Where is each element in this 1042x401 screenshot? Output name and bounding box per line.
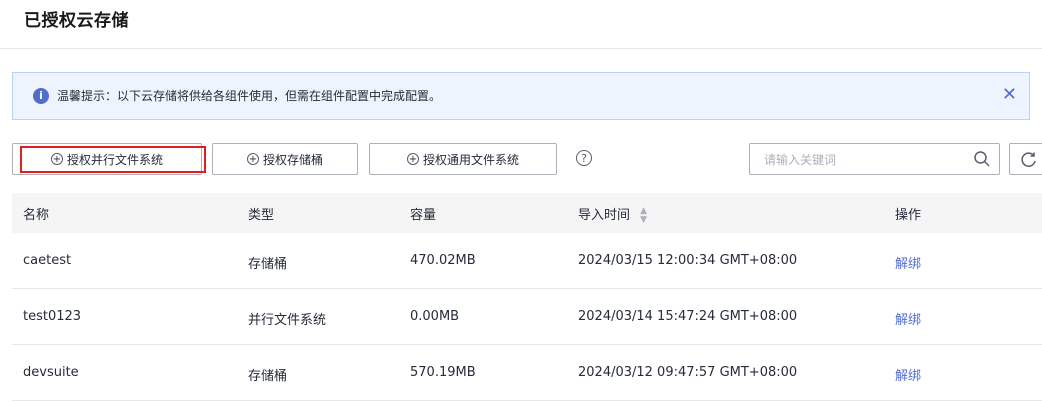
notice-banner: i 温馨提示：以下云存储将供给各组件使用，但需在组件配置中完成配置。 ✕: [12, 72, 1030, 120]
row-import-time: 2024/03/12 09:47:57 GMT+08:00: [578, 365, 798, 380]
row-import-time: 2024/03/14 15:47:24 GMT+08:00: [578, 309, 798, 324]
page-title: 已授权云存储: [24, 11, 129, 31]
column-header-type: 类型: [248, 208, 275, 223]
search-icon[interactable]: [973, 150, 991, 168]
info-icon: i: [33, 88, 49, 104]
column-header-action: 操作: [895, 208, 922, 223]
column-header-name: 名称: [23, 208, 50, 223]
column-header-import-time[interactable]: 导入时间 ▲ ▼: [578, 204, 647, 225]
search-input[interactable]: [762, 150, 946, 170]
plus-circle-icon: +: [406, 153, 419, 165]
row-name: test0123: [23, 309, 82, 324]
search-box[interactable]: [749, 143, 1000, 175]
sort-icon[interactable]: ▲ ▼: [640, 206, 647, 225]
refresh-button[interactable]: [1009, 143, 1042, 175]
row-capacity: 0.00MB: [410, 309, 460, 324]
plus-circle-icon: +: [50, 153, 63, 165]
title-divider: [0, 48, 1042, 49]
row-name: caetest: [23, 253, 72, 268]
row-type: 并行文件系统: [248, 313, 327, 328]
close-icon[interactable]: ✕: [1002, 84, 1017, 106]
row-type: 存储桶: [248, 257, 288, 272]
refresh-icon: [1021, 152, 1036, 167]
authorize-parallel-fs-label: 授权并行文件系统: [66, 152, 163, 167]
row-name: devsuite: [23, 365, 79, 380]
row-capacity: 570.19MB: [410, 365, 476, 380]
unbind-link[interactable]: 解绑: [895, 365, 921, 384]
table-row: caetest 存储桶 470.02MB 2024/03/15 12:00:34…: [12, 233, 1042, 289]
unbind-link[interactable]: 解绑: [895, 309, 921, 328]
authorize-general-fs-button[interactable]: + 授权通用文件系统: [369, 143, 557, 175]
authorize-bucket-label: 授权存储桶: [262, 152, 323, 167]
table-header: 名称 类型 容量 导入时间 ▲ ▼ 操作: [12, 193, 1042, 233]
plus-circle-icon: +: [246, 153, 259, 165]
authorize-parallel-fs-button[interactable]: + 授权并行文件系统: [12, 143, 202, 175]
authorize-general-fs-label: 授权通用文件系统: [422, 152, 519, 167]
table-row: devsuite 存储桶 570.19MB 2024/03/12 09:47:5…: [12, 345, 1042, 401]
question-circle-icon[interactable]: ?: [576, 150, 592, 166]
row-capacity: 470.02MB: [410, 253, 476, 268]
column-header-capacity: 容量: [410, 208, 437, 223]
notice-text: 温馨提示：以下云存储将供给各组件使用，但需在组件配置中完成配置。: [57, 89, 442, 103]
table-row: test0123 并行文件系统 0.00MB 2024/03/14 15:47:…: [12, 289, 1042, 345]
column-header-import-time-label: 导入时间: [578, 208, 631, 223]
row-import-time: 2024/03/15 12:00:34 GMT+08:00: [578, 253, 798, 268]
row-type: 存储桶: [248, 369, 288, 384]
authorize-bucket-button[interactable]: + 授权存储桶: [212, 143, 358, 175]
unbind-link[interactable]: 解绑: [895, 253, 921, 272]
